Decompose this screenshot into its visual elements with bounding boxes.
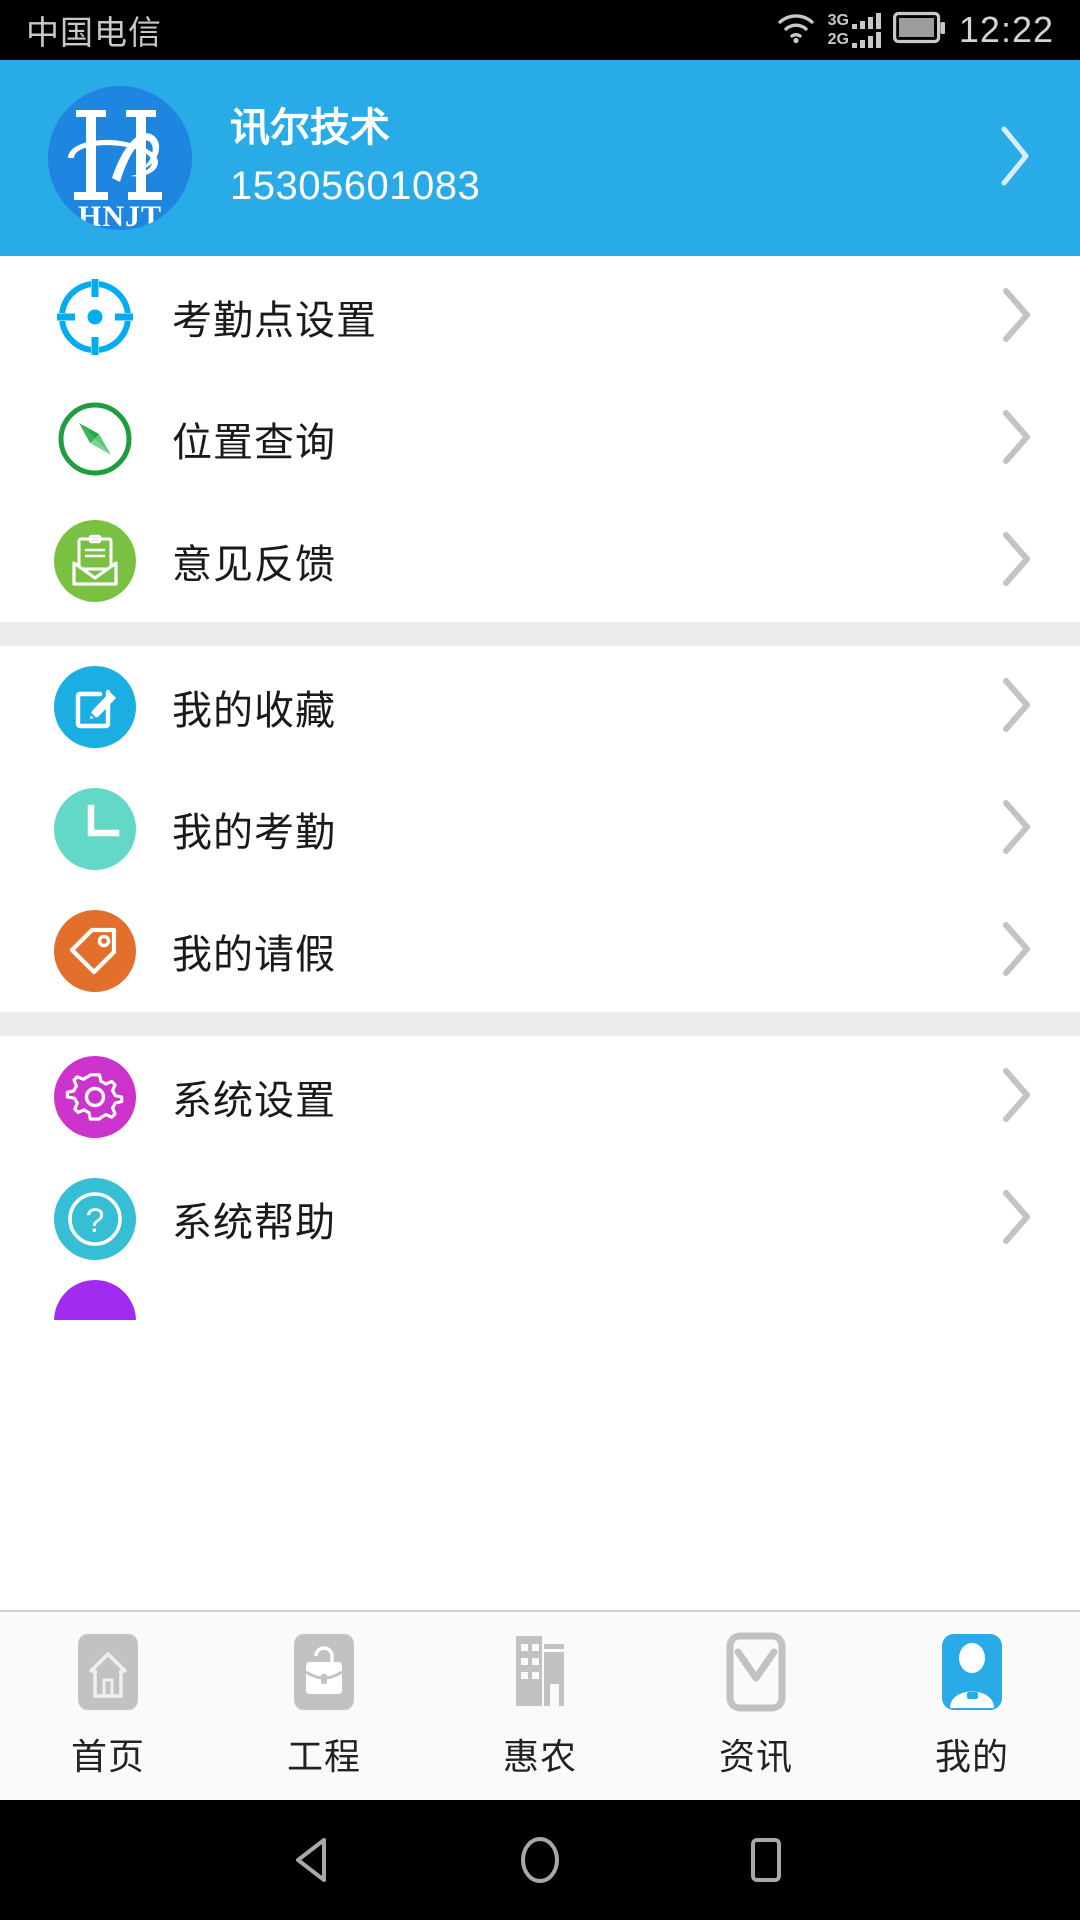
menu-item-feedback[interactable]: 意见反馈	[0, 500, 1080, 622]
question-circle-icon: ?	[54, 1178, 136, 1260]
app-screen: 中国电信 3G 2G 12:22 HNJT 讯尔技术 15305601083 考…	[0, 0, 1080, 1920]
menu-item-partial-below-fold[interactable]	[0, 1280, 1080, 1320]
tab-label: 首页	[70, 1736, 145, 1777]
clock-icon	[54, 788, 136, 870]
signal-label-3g: 3G	[827, 11, 849, 29]
carrier-label: 中国电信	[26, 14, 162, 51]
menu-group-2: 我的收藏 我的考勤 我的请假	[0, 646, 1080, 1012]
tab-mine[interactable]: 我的	[864, 1612, 1080, 1780]
gear-icon	[54, 1056, 136, 1138]
target-crosshair-icon	[54, 276, 136, 358]
group-separator	[0, 622, 1080, 646]
menu-item-label: 我的收藏	[172, 689, 336, 733]
status-bar: 中国电信 3G 2G 12:22	[0, 0, 1080, 60]
status-icons: 3G 2G 12:22	[776, 9, 1054, 51]
home-icon	[70, 1630, 146, 1714]
envelope-icon	[718, 1630, 794, 1714]
chevron-right-icon[interactable]	[996, 123, 1034, 194]
menu-item-my-favorites[interactable]: 我的收藏	[0, 646, 1080, 768]
profile-header[interactable]: HNJT 讯尔技术 15305601083	[0, 60, 1080, 256]
briefcase-icon	[286, 1630, 362, 1714]
tab-agriculture[interactable]: 惠农	[432, 1612, 648, 1780]
chevron-right-icon[interactable]	[1000, 676, 1034, 739]
home-circle-icon[interactable]	[512, 1832, 568, 1888]
profile-info: 讯尔技术 15305601083	[230, 103, 996, 213]
tab-news[interactable]: 资讯	[648, 1612, 864, 1780]
buildings-icon	[502, 1630, 578, 1714]
chevron-right-icon[interactable]	[1000, 798, 1034, 861]
menu-group-3: 系统设置 ? 系统帮助	[0, 1036, 1080, 1320]
purple-circle-icon	[54, 1280, 136, 1320]
chevron-right-icon[interactable]	[1000, 286, 1034, 349]
menu-item-label: 系统设置	[172, 1079, 336, 1123]
tab-label: 我的	[934, 1736, 1009, 1777]
menu-item-system-settings[interactable]: 系统设置	[0, 1036, 1080, 1158]
person-icon	[934, 1630, 1010, 1714]
bottom-tab-bar: 首页 工程 惠农 资讯 我的	[0, 1610, 1080, 1800]
feedback-envelope-icon	[54, 520, 136, 602]
android-nav-bar	[0, 1800, 1080, 1920]
dual-signal-icon: 3G 2G	[827, 11, 881, 48]
chevron-right-icon[interactable]	[1000, 408, 1034, 471]
menu-item-label: 意见反馈	[172, 543, 336, 587]
status-clock: 12:22	[958, 9, 1054, 50]
menu-item-my-attendance[interactable]: 我的考勤	[0, 768, 1080, 890]
recents-square-icon[interactable]	[738, 1832, 794, 1888]
tab-engineering[interactable]: 工程	[216, 1612, 432, 1780]
chevron-right-icon[interactable]	[1000, 1066, 1034, 1129]
tag-icon	[54, 910, 136, 992]
menu-item-label: 系统帮助	[172, 1201, 336, 1245]
wifi-icon	[776, 12, 816, 49]
menu-item-location-query[interactable]: 位置查询	[0, 378, 1080, 500]
tab-home[interactable]: 首页	[0, 1612, 216, 1780]
svg-text:HNJT: HNJT	[78, 200, 162, 230]
signal-label-2g: 2G	[827, 30, 849, 48]
menu-item-system-help[interactable]: ? 系统帮助	[0, 1158, 1080, 1280]
compass-icon	[54, 398, 136, 480]
battery-icon	[892, 11, 947, 50]
profile-phone: 15305601083	[230, 164, 481, 208]
chevron-right-icon[interactable]	[1000, 920, 1034, 983]
menu-item-my-leave[interactable]: 我的请假	[0, 890, 1080, 1012]
menu-item-label: 位置查询	[172, 421, 336, 465]
tab-label: 资讯	[718, 1736, 793, 1777]
chevron-right-icon[interactable]	[1000, 1188, 1034, 1251]
menu-item-label: 我的考勤	[172, 811, 336, 855]
menu-group-1: 考勤点设置 位置查询 意见反馈	[0, 256, 1080, 622]
back-triangle-icon[interactable]	[286, 1832, 342, 1888]
menu-scroll-area[interactable]: 考勤点设置 位置查询 意见反馈 我的收藏 我的考勤 我的请假 系统设置 ? 系统…	[0, 256, 1080, 1610]
company-logo: HNJT	[48, 86, 192, 230]
menu-item-label: 考勤点设置	[172, 299, 377, 343]
chevron-right-icon[interactable]	[1000, 530, 1034, 593]
group-separator	[0, 1012, 1080, 1036]
tab-label: 惠农	[502, 1736, 577, 1777]
edit-square-icon	[54, 666, 136, 748]
menu-item-label: 我的请假	[172, 933, 336, 977]
menu-item-attendance-point[interactable]: 考勤点设置	[0, 256, 1080, 378]
profile-name: 讯尔技术	[230, 106, 390, 150]
svg-text:?: ?	[86, 1202, 105, 1240]
tab-label: 工程	[286, 1736, 361, 1777]
